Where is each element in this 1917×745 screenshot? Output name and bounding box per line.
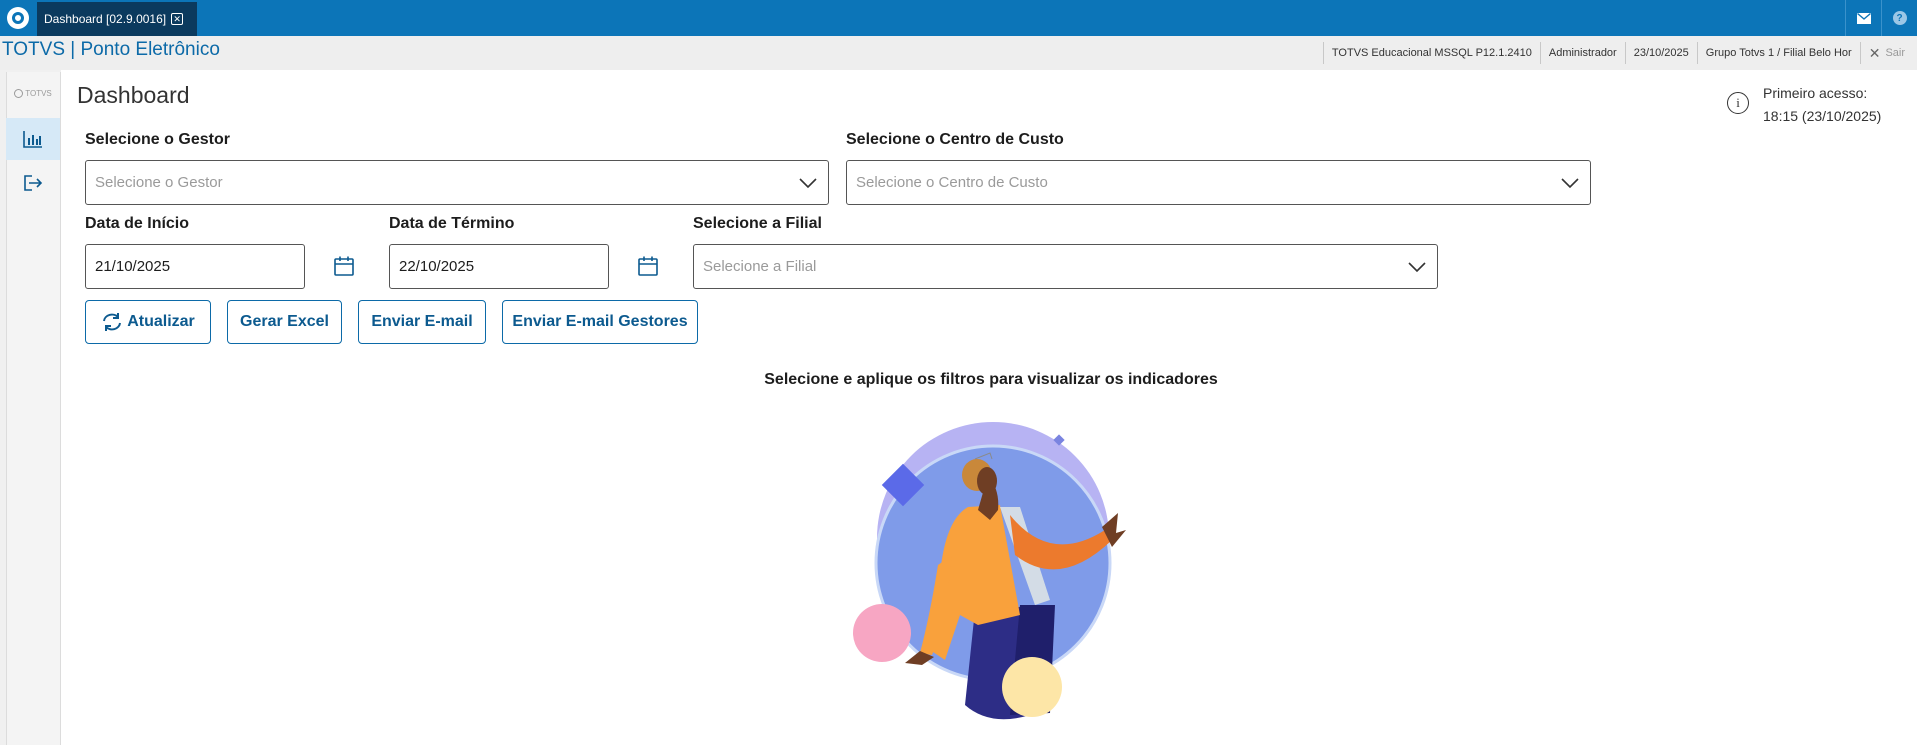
atualizar-label: Atualizar: [127, 313, 195, 330]
enviar-email-gestores-label: Enviar E-mail Gestores: [512, 313, 688, 330]
gerar-excel-button[interactable]: Gerar Excel: [227, 300, 342, 344]
sidebar: TOTVS: [0, 70, 61, 745]
gerar-excel-label: Gerar Excel: [240, 313, 329, 330]
refresh-icon: [101, 312, 123, 332]
logout-label: Sair: [1885, 47, 1905, 59]
first-access-value: 18:15 (23/10/2025): [1763, 108, 1882, 124]
page-title: Dashboard: [77, 82, 190, 108]
tab-dashboard[interactable]: Dashboard [02.9.0016] ✕: [37, 2, 197, 36]
company-label: Grupo Totvs 1 / Filial Belo Hor: [1696, 42, 1860, 64]
empty-state-illustration: [853, 422, 1126, 720]
centro-custo-placeholder: Selecione o Centro de Custo: [856, 174, 1048, 191]
help-icon[interactable]: ?: [1881, 0, 1917, 36]
data-inicio-value: 21/10/2025: [95, 258, 171, 275]
gestor-placeholder: Selecione o Gestor: [95, 174, 223, 191]
header-bar: TOTVS | Ponto Eletrônico TOTVS Educacion…: [0, 36, 1917, 70]
close-icon: ✕: [1868, 44, 1881, 61]
data-inicio-input[interactable]: 21/10/2025: [85, 244, 305, 289]
first-access-label: Primeiro acesso:: [1763, 85, 1868, 101]
data-inicio-label: Data de Início: [85, 215, 190, 232]
app-title: TOTVS | Ponto Eletrônico: [2, 39, 220, 60]
data-termino-label: Data de Término: [389, 215, 515, 232]
gestor-select[interactable]: Selecione o Gestor: [85, 160, 829, 205]
filial-label: Selecione a Filial: [693, 215, 822, 232]
totvs-mini-icon: [14, 88, 24, 98]
close-icon[interactable]: ✕: [171, 13, 184, 25]
enviar-email-button[interactable]: Enviar E-mail: [358, 300, 486, 344]
date-label: 23/10/2025: [1624, 42, 1697, 64]
tab-label: Dashboard [02.9.0016]: [44, 12, 167, 26]
first-access-info: i Primeiro acesso: 18:15 (23/10/2025): [1727, 82, 1881, 128]
centro-custo-label: Selecione o Centro de Custo: [846, 131, 1064, 148]
empty-state-message: Selecione e aplique os filtros para visu…: [764, 371, 1218, 388]
info-icon: i: [1727, 92, 1749, 114]
totvs-logo-icon[interactable]: [0, 0, 36, 36]
sidebar-brand: TOTVS: [6, 86, 60, 100]
chevron-down-icon: [799, 178, 817, 189]
enviar-email-gestores-button[interactable]: Enviar E-mail Gestores: [502, 300, 698, 344]
gestor-label: Selecione o Gestor: [85, 131, 230, 148]
filial-select[interactable]: Selecione a Filial: [693, 244, 1438, 289]
atualizar-button[interactable]: Atualizar: [85, 300, 211, 344]
filial-placeholder: Selecione a Filial: [703, 258, 817, 275]
top-bar: Dashboard [02.9.0016] ✕ ?: [0, 0, 1917, 36]
data-termino-value: 22/10/2025: [399, 258, 475, 275]
bar-chart-icon: [23, 131, 42, 148]
calendar-icon[interactable]: [333, 255, 355, 277]
centro-custo-select[interactable]: Selecione o Centro de Custo: [846, 160, 1591, 205]
exit-icon: [24, 175, 43, 191]
logout-button[interactable]: ✕ Sair: [1859, 42, 1917, 64]
sidebar-item-exit[interactable]: [6, 162, 60, 204]
chevron-down-icon: [1561, 178, 1579, 189]
calendar-icon[interactable]: [637, 255, 659, 277]
user-label: Administrador: [1539, 42, 1625, 64]
enviar-email-label: Enviar E-mail: [371, 313, 473, 330]
sidebar-item-dashboard[interactable]: [6, 118, 60, 160]
data-termino-input[interactable]: 22/10/2025: [389, 244, 609, 289]
mail-icon[interactable]: [1845, 0, 1881, 36]
environment-label: TOTVS Educacional MSSQL P12.1.2410: [1322, 42, 1540, 64]
chevron-down-icon: [1408, 262, 1426, 273]
